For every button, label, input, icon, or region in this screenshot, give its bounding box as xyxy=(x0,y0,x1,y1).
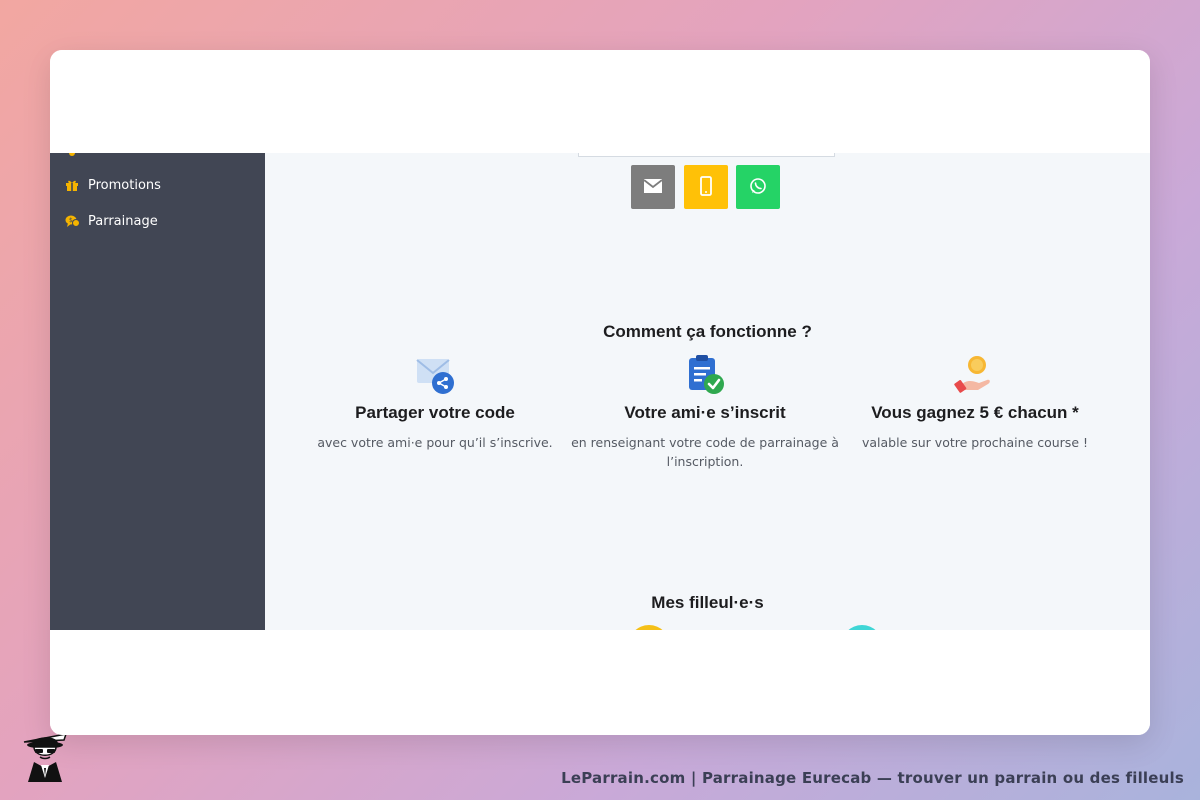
step-signup: Votre ami·e s’inscrit en renseignant vot… xyxy=(570,353,840,471)
referrals-title: Mes filleul·e·s xyxy=(651,593,764,612)
step-title: Vous gagnez 5 € chacun * xyxy=(871,403,1079,422)
share-email-button[interactable] xyxy=(631,165,675,209)
main-content: Comment ça fonctionne ? Partager votre c… xyxy=(265,153,1150,667)
sidebar-item-label: Parrainage xyxy=(88,213,158,229)
share-whatsapp-button[interactable] xyxy=(736,165,780,209)
whatsapp-icon xyxy=(749,177,767,198)
step-title: Votre ami·e s’inscrit xyxy=(624,403,786,422)
coins-chat-icon: $ xyxy=(64,213,80,229)
referral-code-field[interactable] xyxy=(578,153,835,157)
sidebar-item-label: Promotions xyxy=(88,177,161,193)
mobile-phone-icon xyxy=(699,175,713,199)
share-sms-button[interactable] xyxy=(684,165,728,209)
leparrain-logo xyxy=(23,733,68,782)
step-title: Partager votre code xyxy=(355,403,515,422)
sidebar-item-parrainage[interactable]: $ Parrainage xyxy=(64,213,158,229)
step-reward: Vous gagnez 5 € chacun * valable sur vot… xyxy=(840,353,1110,452)
app-window: Promotions $ Parrainage Comment ça fonct… xyxy=(50,50,1150,735)
gift-icon xyxy=(64,177,80,193)
bottom-area xyxy=(50,630,1150,735)
clipboard-check-icon xyxy=(689,355,724,394)
sidebar: Promotions $ Parrainage xyxy=(50,150,265,630)
sidebar-item-promotions[interactable]: Promotions xyxy=(64,177,161,193)
step-share: Partager votre code avec votre ami·e pou… xyxy=(300,353,570,452)
svg-text:$: $ xyxy=(69,217,73,224)
envelope-icon xyxy=(643,178,663,197)
step-description: valable sur votre prochaine course ! xyxy=(861,435,1088,450)
hand-coin-icon xyxy=(954,356,990,393)
step-description: avec votre ami·e pour qu’il s’inscrive. xyxy=(317,435,553,450)
footer-caption: LeParrain.com | Parrainage Eurecab — tro… xyxy=(561,769,1184,787)
envelope-share-icon xyxy=(416,359,454,394)
how-it-works-title: Comment ça fonctionne ? xyxy=(603,322,812,341)
step-description: en renseignant votre code de parrainage … xyxy=(571,435,839,469)
header-area xyxy=(50,50,1150,153)
